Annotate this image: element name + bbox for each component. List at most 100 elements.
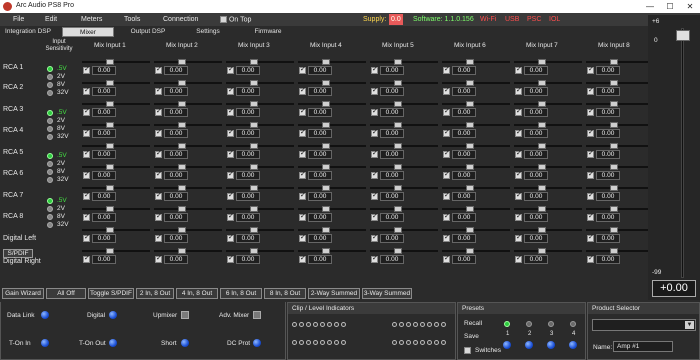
mix-enable-checkbox[interactable] [227,212,234,221]
mix-level-value[interactable]: 0.00 [380,171,404,180]
mix-level-value[interactable]: 0.00 [308,234,332,243]
mix-level-slider-track[interactable] [442,145,510,147]
sensitivity-radio[interactable] [47,110,53,116]
mix-level-value[interactable]: 0.00 [596,66,620,75]
mix-enable-checkbox[interactable] [155,107,162,116]
tab-integration-dsp[interactable]: Integration DSP [2,27,54,37]
mix-level-slider-track[interactable] [154,187,222,189]
mix-level-value[interactable]: 0.00 [596,171,620,180]
mix-level-slider-thumb[interactable] [178,143,186,149]
master-value[interactable]: +0.00 [652,280,696,297]
mix-level-slider-track[interactable] [226,82,294,84]
mix-level-slider-thumb[interactable] [322,248,330,254]
mix-enable-checkbox[interactable] [299,254,306,263]
mix-enable-checkbox[interactable] [587,212,594,221]
mix-enable-checkbox[interactable] [299,149,306,158]
mix-level-slider-thumb[interactable] [466,206,474,212]
mix-level-slider-track[interactable] [154,124,222,126]
mix-level-value[interactable]: 0.00 [164,66,188,75]
mix-level-value[interactable]: 0.00 [380,87,404,96]
mix-level-slider-track[interactable] [298,103,366,105]
mix-level-value[interactable]: 0.00 [236,150,260,159]
mix-level-slider-track[interactable] [298,61,366,63]
mix-level-slider-track[interactable] [370,166,438,168]
mix-level-slider-thumb[interactable] [466,185,474,191]
mix-enable-checkbox[interactable] [299,170,306,179]
sensitivity-radio[interactable] [47,169,53,175]
menu-edit[interactable]: Edit [45,16,57,23]
mix-level-slider-track[interactable] [442,187,510,189]
mix-enable-checkbox[interactable] [227,191,234,200]
mix-level-slider-thumb[interactable] [610,59,618,65]
mix-enable-checkbox[interactable] [83,233,90,242]
mix-level-slider-track[interactable] [442,103,510,105]
mix-enable-checkbox[interactable] [443,254,450,263]
mix-enable-checkbox[interactable] [83,212,90,221]
tab-firmware[interactable]: Firmware [242,27,294,37]
mix-level-value[interactable]: 0.00 [452,150,476,159]
mix-level-slider-track[interactable] [514,208,582,210]
mix-level-slider-track[interactable] [298,145,366,147]
mix-level-slider-track[interactable] [514,250,582,252]
mix-level-slider-thumb[interactable] [178,122,186,128]
sensitivity-radio[interactable] [47,82,53,88]
mix-level-slider-thumb[interactable] [466,59,474,65]
mix-level-slider-thumb[interactable] [394,248,402,254]
mix-enable-checkbox[interactable] [515,86,522,95]
mix-level-slider-track[interactable] [514,61,582,63]
mix-level-slider-track[interactable] [370,103,438,105]
mix-enable-checkbox[interactable] [155,191,162,200]
mix-level-slider-thumb[interactable] [538,185,546,191]
recall-preset-4[interactable] [570,321,576,327]
mix-level-slider-thumb[interactable] [394,143,402,149]
mix-level-slider-track[interactable] [226,124,294,126]
mix-level-slider-thumb[interactable] [178,185,186,191]
mix-level-slider-thumb[interactable] [250,122,258,128]
mix-level-value[interactable]: 0.00 [164,171,188,180]
mix-level-slider-thumb[interactable] [250,164,258,170]
mix-level-slider-thumb[interactable] [322,164,330,170]
mix-level-slider-thumb[interactable] [178,101,186,107]
mix-enable-checkbox[interactable] [443,212,450,221]
mix-enable-checkbox[interactable] [443,107,450,116]
mix-level-slider-track[interactable] [586,187,654,189]
mix-enable-checkbox[interactable] [155,212,162,221]
mix-enable-checkbox[interactable] [371,149,378,158]
mix-level-slider-thumb[interactable] [394,122,402,128]
menu-tools[interactable]: Tools [124,16,140,23]
mix-level-slider-thumb[interactable] [394,164,402,170]
mix-enable-checkbox[interactable] [587,233,594,242]
mix-level-value[interactable]: 0.00 [524,87,548,96]
mix-level-slider-thumb[interactable] [106,122,114,128]
mix-level-slider-thumb[interactable] [466,248,474,254]
mix-level-slider-track[interactable] [442,124,510,126]
mix-enable-checkbox[interactable] [227,128,234,137]
mix-level-value[interactable]: 0.00 [236,108,260,117]
mix-level-value[interactable]: 0.00 [236,171,260,180]
mix-level-slider-track[interactable] [82,103,150,105]
sensitivity-radio[interactable] [47,90,53,96]
mix-enable-checkbox[interactable] [83,170,90,179]
mix-enable-checkbox[interactable] [155,233,162,242]
mix-level-slider-thumb[interactable] [538,164,546,170]
save-preset-3[interactable] [547,341,555,349]
mix-level-slider-thumb[interactable] [466,164,474,170]
mix-level-value[interactable]: 0.00 [524,66,548,75]
mix-level-slider-track[interactable] [154,145,222,147]
mix-level-slider-track[interactable] [226,166,294,168]
mix-level-value[interactable]: 0.00 [452,87,476,96]
sensitivity-radio[interactable] [47,206,53,212]
mix-level-slider-thumb[interactable] [250,143,258,149]
mix-level-slider-thumb[interactable] [610,248,618,254]
tab-settings[interactable]: Settings [182,27,234,37]
mix-level-slider-track[interactable] [514,166,582,168]
mix-level-slider-thumb[interactable] [178,164,186,170]
mix-level-slider-thumb[interactable] [250,206,258,212]
mix-level-value[interactable]: 0.00 [452,108,476,117]
mix-level-slider-track[interactable] [82,82,150,84]
mix-level-slider-thumb[interactable] [250,185,258,191]
mix-level-slider-thumb[interactable] [610,206,618,212]
mix-level-value[interactable]: 0.00 [308,150,332,159]
mix-level-slider-thumb[interactable] [610,80,618,86]
mix-enable-checkbox[interactable] [587,254,594,263]
